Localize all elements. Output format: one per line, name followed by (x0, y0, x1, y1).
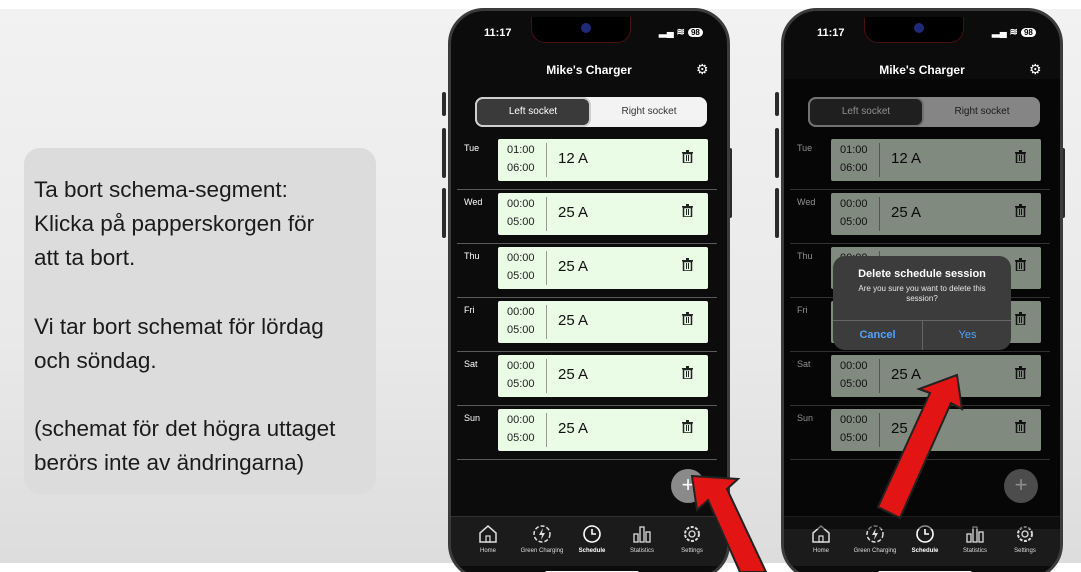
red-arrow-right (876, 373, 964, 520)
annotation-arrows (690, 373, 964, 572)
red-arrow-left (690, 474, 768, 572)
